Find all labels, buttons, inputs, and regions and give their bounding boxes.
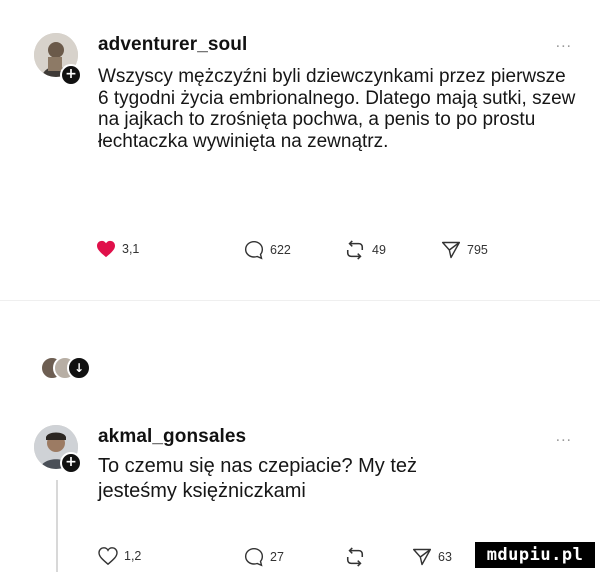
repost-icon	[346, 240, 364, 260]
follow-plus-icon[interactable]: +	[60, 64, 82, 86]
download-icon: ↓	[67, 356, 91, 380]
comment-icon	[244, 240, 264, 260]
repost-button[interactable]	[344, 547, 372, 567]
repost-icon	[346, 547, 364, 567]
divider	[0, 300, 600, 301]
post-adventurer-soul: + adventurer_soul ... Wszyscy mężczyźni …	[0, 0, 600, 300]
share-count: 795	[467, 243, 488, 257]
like-count: 3,1	[122, 242, 140, 256]
share-count: 63	[438, 550, 452, 564]
share-button[interactable]: 63	[412, 547, 452, 567]
follow-plus-icon[interactable]: +	[60, 452, 82, 474]
thread-line	[56, 480, 58, 572]
repost-button[interactable]: 49	[344, 240, 386, 260]
send-icon	[441, 241, 461, 259]
more-options-icon[interactable]: ...	[556, 34, 572, 52]
comment-button[interactable]: 622	[244, 240, 291, 260]
like-button[interactable]: 1,2	[98, 547, 141, 565]
repost-count: 49	[372, 243, 386, 257]
more-options-icon[interactable]: ...	[556, 428, 572, 446]
post-text: To czemu się nas czepiacie? My też jeste…	[98, 455, 418, 502]
reaction-avatars[interactable]: ↓	[40, 356, 100, 380]
heart-outline-icon	[98, 547, 118, 565]
username[interactable]: adventurer_soul	[98, 34, 247, 56]
share-button[interactable]: 795	[441, 240, 488, 260]
post-text: Wszyscy mężczyźni byli dziewczynkami prz…	[98, 66, 576, 152]
username[interactable]: akmal_gonsales	[98, 426, 246, 448]
comment-count: 27	[270, 550, 284, 564]
comment-button[interactable]: 27	[244, 547, 284, 567]
comment-count: 622	[270, 243, 291, 257]
like-button[interactable]: 3,1	[96, 240, 139, 258]
watermark-logo: mdupiu.pl	[475, 542, 595, 568]
send-icon	[412, 548, 432, 566]
like-count: 1,2	[124, 549, 142, 563]
comment-icon	[244, 547, 264, 567]
heart-filled-icon	[97, 240, 115, 258]
